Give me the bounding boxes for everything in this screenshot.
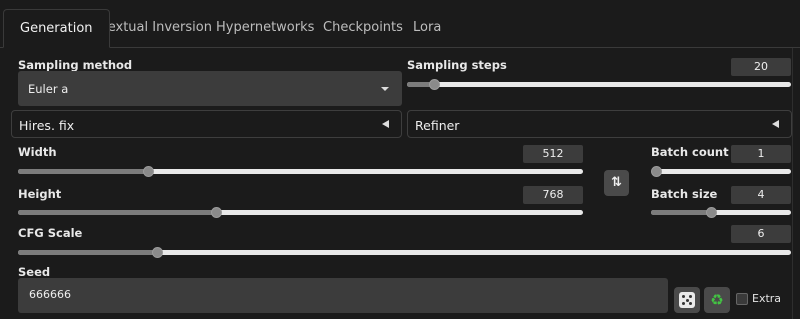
sampling-method-label: Sampling method [18, 58, 133, 72]
cfg-scale-label: CFG Scale [18, 226, 83, 240]
sampling-steps-slider[interactable] [407, 79, 791, 90]
die-pip [689, 295, 692, 298]
sampling-method-value: Euler a [28, 82, 69, 96]
slider-fill [18, 210, 216, 215]
reuse-seed-button[interactable]: ♻ [704, 287, 730, 313]
chevron-down-icon [381, 87, 389, 91]
batch-size-slider[interactable] [651, 207, 791, 218]
slider-fill [18, 169, 148, 174]
tab-lora[interactable]: Lora [397, 9, 457, 48]
collapse-left-icon [772, 120, 779, 128]
swap-dimensions-button[interactable]: ⇅ [604, 170, 629, 196]
width-slider[interactable] [18, 166, 583, 177]
collapse-left-icon [382, 120, 389, 128]
die-pip [685, 298, 689, 302]
sampling-steps-label: Sampling steps [407, 58, 507, 72]
slider-handle[interactable] [152, 247, 164, 258]
refiner-label: Refiner [415, 118, 460, 133]
cfg-scale-slider[interactable] [18, 247, 791, 258]
recycle-icon: ♻ [710, 291, 724, 309]
height-label: Height [18, 187, 62, 201]
random-seed-button[interactable] [674, 287, 700, 313]
batch-count-label: Batch count [651, 145, 729, 159]
die-pip [689, 302, 692, 305]
height-input[interactable]: 768 [523, 186, 583, 204]
extra-label: Extra [752, 292, 782, 305]
hires-fix-accordion[interactable]: Hires. fix [11, 110, 402, 138]
sampling-method-dropdown[interactable]: Euler a [18, 71, 402, 106]
sampling-steps-input[interactable]: 20 [731, 58, 791, 76]
die-pip [682, 295, 685, 298]
die-pip [682, 302, 685, 305]
height-slider[interactable] [18, 207, 583, 218]
refiner-accordion[interactable]: Refiner [407, 110, 792, 138]
slider-fill [651, 210, 712, 215]
seed-input[interactable]: 666666 [18, 278, 668, 313]
panel-edge [792, 48, 800, 319]
batch-count-slider[interactable] [651, 166, 791, 177]
tab-generation[interactable]: Generation [3, 9, 110, 48]
tab-bar: Generation Textual Inversion Hypernetwor… [0, 0, 800, 48]
batch-size-input[interactable]: 4 [731, 186, 791, 204]
slider-handle[interactable] [706, 207, 718, 218]
width-label: Width [18, 145, 57, 159]
slider-handle[interactable] [142, 166, 154, 177]
seed-label: Seed [18, 265, 51, 279]
slider-fill [18, 250, 158, 255]
extra-checkbox[interactable] [736, 293, 748, 305]
hires-fix-label: Hires. fix [19, 118, 75, 133]
tab-divider [0, 47, 800, 48]
cfg-scale-input[interactable]: 6 [731, 225, 791, 243]
slider-handle[interactable] [428, 79, 440, 90]
batch-count-input[interactable]: 1 [731, 145, 791, 163]
swap-icon: ⇅ [611, 175, 622, 190]
width-input[interactable]: 512 [523, 145, 583, 163]
slider-handle[interactable] [651, 166, 662, 177]
batch-size-label: Batch size [651, 187, 718, 201]
seed-value: 666666 [29, 288, 71, 301]
dice-icon [679, 292, 695, 308]
slider-handle[interactable] [210, 207, 222, 218]
